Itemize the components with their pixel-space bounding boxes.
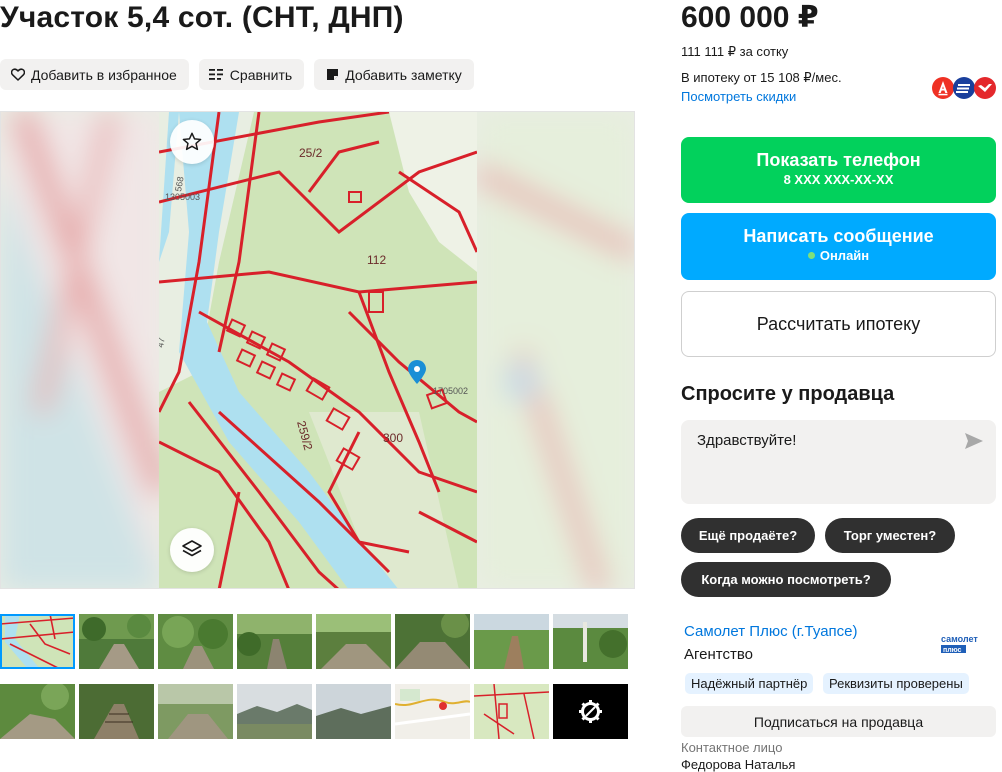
compare-icon: [209, 67, 225, 83]
trusted-partner-badge: Надёжный партнёр: [685, 673, 814, 694]
map-label: 112: [367, 253, 386, 267]
gear-icon: [579, 700, 602, 723]
add-to-favorites-label: Добавить в избранное: [31, 66, 177, 83]
show-phone-label: Показать телефон: [756, 150, 921, 170]
add-to-favorites-button[interactable]: Добавить в избранное: [0, 59, 189, 90]
ask-seller-title: Спросите у продавца: [681, 383, 895, 405]
note-icon: [324, 67, 340, 83]
price: 600 000 ₽: [681, 1, 819, 34]
seller-name-link[interactable]: Самолет Плюс (г.Туапсе): [684, 623, 858, 640]
compare-label: Сравнить: [229, 66, 293, 83]
ask-seller-input[interactable]: [697, 432, 947, 449]
send-icon[interactable]: [964, 432, 984, 450]
svg-text:плюс: плюс: [943, 647, 962, 654]
quick-reply-chip[interactable]: Ещё продаёте?: [681, 518, 815, 553]
thumbnail-photo[interactable]: [79, 614, 154, 669]
contact-person-name: Федорова Наталья: [681, 757, 796, 772]
thumbnail-map-overview[interactable]: [395, 684, 470, 739]
star-icon: [182, 132, 202, 151]
heart-icon: [10, 67, 26, 83]
listing-actions: Добавить в избранное Сравнить Добавить з…: [0, 59, 474, 90]
thumbnail-photo[interactable]: [79, 684, 154, 739]
thumbnail-photo[interactable]: [237, 614, 312, 669]
thumbnail-photo[interactable]: [158, 684, 233, 739]
write-message-label: Написать сообщение: [743, 226, 934, 246]
layers-icon: [182, 540, 202, 557]
thumbnail-photo[interactable]: [553, 614, 628, 669]
map-label: 1305003: [165, 192, 200, 202]
map-layers-button[interactable]: [170, 528, 214, 572]
bank-logos-icon: [932, 77, 996, 99]
online-status: Онлайн: [681, 248, 996, 263]
ask-seller-box: [681, 420, 996, 504]
map-label: 1705002: [433, 386, 468, 396]
map-label: 25/2: [299, 146, 323, 160]
thumbnail-map[interactable]: [474, 684, 549, 739]
view-discounts-link[interactable]: Посмотреть скидки: [681, 89, 796, 104]
thumbnail-photo[interactable]: [158, 614, 233, 669]
quick-reply-chip[interactable]: Когда можно посмотреть?: [681, 562, 891, 597]
masked-phone: 8 XXX XXX-XX-XX: [783, 172, 894, 187]
show-phone-button[interactable]: Показать телефон 8 XXX XXX-XX-XX: [681, 137, 996, 203]
thumbnail-photo[interactable]: [316, 684, 391, 739]
compare-button[interactable]: Сравнить: [198, 59, 305, 90]
add-note-label: Добавить заметку: [345, 66, 462, 83]
mortgage-info: В ипотеку от 15 108 ₽/мес.: [681, 70, 842, 85]
thumbnail-photo[interactable]: [316, 614, 391, 669]
write-message-button[interactable]: Написать сообщение Онлайн: [681, 213, 996, 280]
listing-title: Участок 5,4 сот. (СНТ, ДНП): [0, 1, 404, 34]
map-label: 300: [383, 431, 403, 445]
thumbnail-photo[interactable]: [0, 684, 75, 739]
svg-text:самолет: самолет: [941, 634, 978, 644]
subscribe-to-seller-button[interactable]: Подписаться на продавца: [681, 706, 996, 737]
verified-details-badge: Реквизиты проверены: [823, 673, 969, 694]
calculate-mortgage-button[interactable]: Рассчитать ипотеку: [681, 291, 996, 357]
photo-gallery[interactable]: 25/2 112 300 259/2 1305003 1705002 568 4…: [0, 111, 635, 589]
add-note-button[interactable]: Добавить заметку: [314, 59, 474, 90]
online-dot-icon: [807, 252, 815, 259]
thumbnail-more[interactable]: [553, 684, 628, 739]
thumbnail-photo[interactable]: [395, 614, 470, 669]
price-per-sotka: 111 111 ₽ за сотку: [681, 44, 789, 59]
favorite-star-button[interactable]: [170, 120, 214, 164]
thumbnail-photo[interactable]: [474, 614, 549, 669]
contact-person-label: Контактное лицо: [681, 740, 783, 755]
quick-reply-chip[interactable]: Торг уместен?: [825, 518, 955, 553]
thumbnail-photo[interactable]: [237, 684, 312, 739]
thumbnail-map[interactable]: [0, 614, 75, 669]
cadastral-map-image: 25/2 112 300 259/2 1305003 1705002 568 4…: [159, 112, 477, 588]
seller-logo[interactable]: самолет плюс: [940, 633, 984, 655]
seller-type: Агентство: [684, 646, 753, 663]
